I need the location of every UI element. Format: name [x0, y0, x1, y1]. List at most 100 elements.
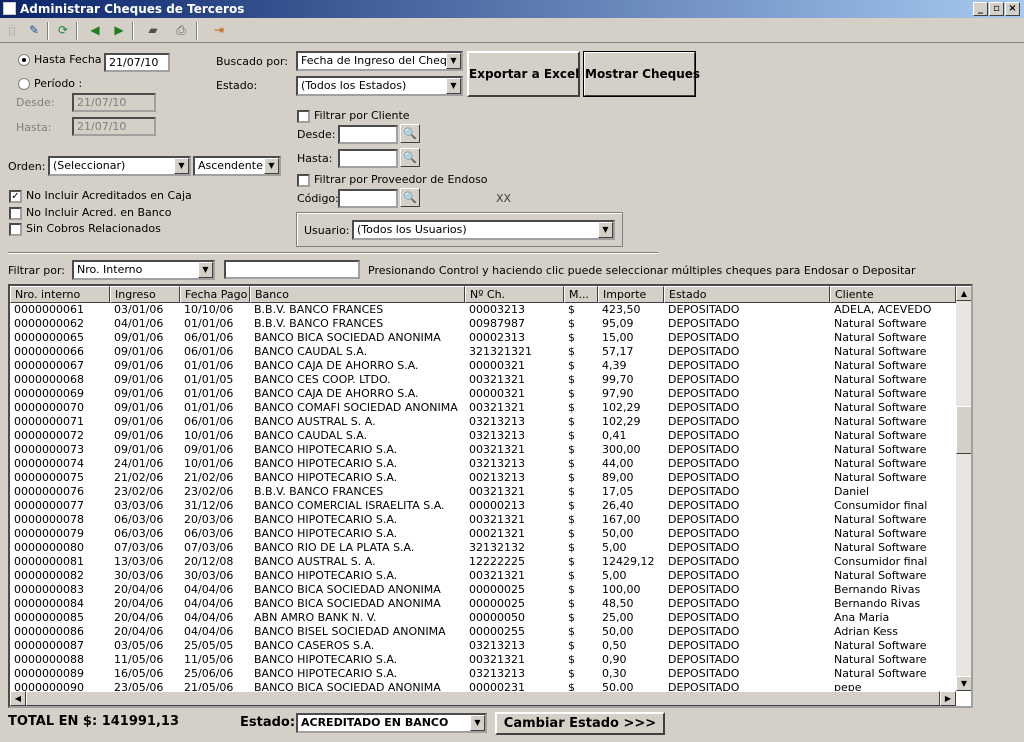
table-row[interactable]: 0000000080 07/03/06 07/03/06 BANCO RIO DE L…: [10, 541, 956, 555]
chevron-down-icon[interactable]: ▼: [446, 78, 461, 94]
column-header[interactable]: Nro. interno: [10, 286, 110, 303]
chevron-down-icon[interactable]: ▼: [264, 158, 279, 174]
scroll-up-icon[interactable]: ▲: [956, 286, 971, 301]
table-row[interactable]: 0000000069 09/01/06 01/01/06 BANCO CAJA DE …: [10, 387, 956, 401]
chevron-down-icon[interactable]: ▼: [198, 262, 213, 278]
column-header[interactable]: Estado: [664, 286, 830, 303]
table-row[interactable]: 0000000071 09/01/06 06/01/06 BANCO AUSTRAL …: [10, 415, 956, 429]
table-row[interactable]: 0000000079 06/03/06 06/03/06 BANCO HIPOTECA…: [10, 527, 956, 541]
table-row[interactable]: 0000000088 11/05/06 11/05/06 BANCO HIPOTECA…: [10, 653, 956, 667]
new-icon[interactable]: ▯: [3, 22, 21, 39]
table-row[interactable]: 0000000073 09/01/06 09/01/06 BANCO HIPOTECA…: [10, 443, 956, 457]
cliente-desde-input[interactable]: [338, 125, 398, 144]
periodo-radio[interactable]: [18, 78, 30, 90]
table-row[interactable]: 0000000066 09/01/06 06/01/06 BANCO CAUDAL S…: [10, 345, 956, 359]
scroll-right-icon[interactable]: ▶: [940, 691, 956, 706]
no-incluir-banco-checkbox[interactable]: [9, 207, 22, 220]
column-header[interactable]: Importe: [598, 286, 664, 303]
table-row[interactable]: 0000000085 20/04/06 04/04/06 ABN AMRO BANK …: [10, 611, 956, 625]
table-row[interactable]: 0000000086 20/04/06 04/04/06 BANCO BISEL SO…: [10, 625, 956, 639]
filtrar-por-select[interactable]: Nro. Interno ▼: [72, 260, 215, 280]
table-row[interactable]: 0000000061 03/01/06 10/10/06 B.B.V. BANCO F…: [10, 303, 956, 317]
table-row[interactable]: 0000000089 16/05/06 25/06/06 BANCO HIPOTECA…: [10, 667, 956, 681]
scroll-thumb[interactable]: [956, 406, 971, 454]
chevron-down-icon[interactable]: ▼: [598, 222, 613, 238]
table-row[interactable]: 0000000074 24/01/06 10/01/06 BANCO HIPOTECA…: [10, 457, 956, 471]
sin-cobros-checkbox[interactable]: [9, 223, 22, 236]
table-cell: 06/03/06: [184, 527, 234, 540]
cheques-table[interactable]: Nro. interno Ingreso Fecha Pago Banco Nº Ch.…: [8, 284, 973, 708]
chevron-down-icon[interactable]: ▼: [470, 715, 485, 731]
scroll-left-icon[interactable]: ◀: [10, 691, 26, 706]
orden-select[interactable]: (Seleccionar) ▼: [48, 156, 191, 176]
column-header[interactable]: Ingreso: [110, 286, 180, 303]
table-row[interactable]: 0000000067 09/01/06 01/01/06 BANCO CAJA DE …: [10, 359, 956, 373]
column-header[interactable]: M...: [564, 286, 598, 303]
column-header[interactable]: Cliente: [830, 286, 956, 303]
estado-select[interactable]: (Todos los Estados) ▼: [296, 76, 463, 96]
cambiar-estado-button[interactable]: Cambiar Estado >>>: [495, 712, 665, 735]
table-body[interactable]: 0000000061 03/01/06 10/10/06 B.B.V. BANCO F…: [10, 303, 956, 691]
table-row[interactable]: 0000000084 20/04/06 04/04/06 BANCO BICA SOC…: [10, 597, 956, 611]
table-row[interactable]: 0000000072 09/01/06 10/01/06 BANCO CAUDAL S…: [10, 429, 956, 443]
buscado-por-select[interactable]: Fecha de Ingreso del Cheque ▼: [296, 51, 463, 71]
maximize-button[interactable]: ▫: [989, 2, 1004, 16]
table-cell: 0,90: [602, 653, 627, 666]
hasta-input[interactable]: 21/07/10: [72, 117, 156, 136]
table-row[interactable]: 0000000065 09/01/06 06/01/06 BANCO BICA SOC…: [10, 331, 956, 345]
hasta-fecha-input[interactable]: 21/07/10: [104, 53, 170, 72]
chevron-down-icon[interactable]: ▼: [446, 53, 461, 69]
cliente-hasta-input[interactable]: [338, 149, 398, 168]
usuario-select[interactable]: (Todos los Usuarios) ▼: [352, 220, 615, 240]
chevron-down-icon[interactable]: ▼: [174, 158, 189, 174]
table-row[interactable]: 0000000083 20/04/06 04/04/06 BANCO BICA SOC…: [10, 583, 956, 597]
table-row[interactable]: 0000000076 23/02/06 23/02/06 B.B.V. BANCO F…: [10, 485, 956, 499]
table-cell: Ana Maria: [834, 611, 890, 624]
table-row[interactable]: 0000000062 04/01/06 01/01/06 B.B.V. BANCO F…: [10, 317, 956, 331]
edit-icon[interactable]: ✎: [25, 22, 43, 39]
book-icon[interactable]: ▰: [144, 22, 162, 39]
refresh-icon[interactable]: ⟳: [54, 22, 72, 39]
search-icon[interactable]: 🔍: [400, 124, 420, 143]
table-row[interactable]: 0000000077 03/03/06 31/12/06 BANCO COMERCIA…: [10, 499, 956, 513]
exit-icon[interactable]: ⇥: [210, 22, 228, 39]
column-header[interactable]: Banco: [250, 286, 465, 303]
scroll-down-icon[interactable]: ▼: [956, 676, 971, 691]
table-cell: 102,29: [602, 401, 641, 414]
table-row[interactable]: 0000000090 23/05/06 21/05/06 BANCO BICA SOC…: [10, 681, 956, 691]
hasta-fecha-radio[interactable]: [18, 54, 30, 66]
column-header[interactable]: Fecha Pago: [180, 286, 250, 303]
table-row[interactable]: 0000000087 03/05/06 25/05/05 BANCO CASEROS …: [10, 639, 956, 653]
table-row[interactable]: 0000000068 09/01/06 01/01/05 BANCO CES COOP…: [10, 373, 956, 387]
orden-direction-select[interactable]: Ascendente ▼: [193, 156, 281, 176]
search-icon[interactable]: 🔍: [400, 188, 420, 207]
no-incluir-caja-checkbox[interactable]: ✓: [9, 190, 22, 203]
search-icon[interactable]: 🔍: [400, 148, 420, 167]
vertical-scrollbar[interactable]: ▲ ▼: [956, 286, 971, 691]
table-row[interactable]: 0000000081 13/03/06 20/12/08 BANCO AUSTRAL …: [10, 555, 956, 569]
table-header: Nro. interno Ingreso Fecha Pago Banco Nº Ch.…: [10, 286, 956, 303]
filtrar-por-input[interactable]: [224, 260, 360, 279]
green-right-icon[interactable]: ▶: [110, 22, 128, 39]
codigo-input[interactable]: [338, 189, 398, 208]
printer-icon[interactable]: ⎙: [172, 22, 190, 39]
filtrar-proveedor-checkbox[interactable]: [297, 174, 310, 187]
table-cell: 03213213: [469, 667, 525, 680]
hscroll-thumb[interactable]: [26, 691, 940, 706]
exportar-excel-button[interactable]: Exportar a Excel: [467, 51, 580, 97]
mostrar-cheques-button[interactable]: Mostrar Cheques: [583, 51, 700, 97]
table-cell: $: [568, 639, 575, 652]
minimize-button[interactable]: _: [973, 2, 988, 16]
table-row[interactable]: 0000000075 21/02/06 21/02/06 BANCO HIPOTECA…: [10, 471, 956, 485]
green-left-icon[interactable]: ◀: [86, 22, 104, 39]
footer-estado-select[interactable]: ACREDITADO EN BANCO ▼: [296, 713, 487, 733]
table-row[interactable]: 0000000078 06/03/06 20/03/06 BANCO HIPOTECA…: [10, 513, 956, 527]
filtrar-cliente-checkbox[interactable]: [297, 110, 310, 123]
table-cell: $: [568, 401, 575, 414]
table-row[interactable]: 0000000070 09/01/06 01/01/06 BANCO COMAFI S…: [10, 401, 956, 415]
table-row[interactable]: 0000000082 30/03/06 30/03/06 BANCO HIPOTECA…: [10, 569, 956, 583]
desde-input[interactable]: 21/07/10: [72, 93, 156, 112]
horizontal-scrollbar[interactable]: ◀ ▶: [10, 691, 956, 706]
close-button[interactable]: ×: [1005, 2, 1020, 16]
column-header[interactable]: Nº Ch.: [465, 286, 564, 303]
